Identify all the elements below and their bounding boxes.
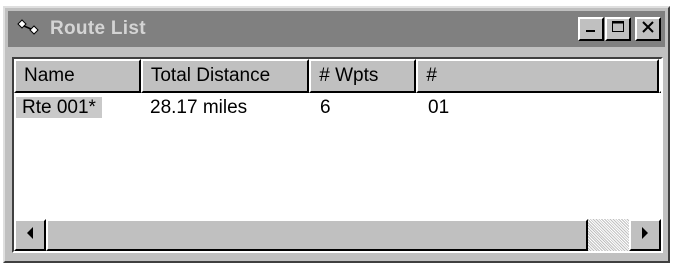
name-cell-wrap: Rte 001* bbox=[14, 94, 142, 122]
route-name-cell[interactable]: Rte 001* bbox=[16, 97, 102, 118]
scroll-right-arrow-icon bbox=[639, 226, 651, 245]
list-rows: Rte 001* 28.17 miles 6 01 bbox=[14, 93, 661, 123]
maximize-icon bbox=[611, 20, 625, 39]
scroll-left-arrow-icon bbox=[24, 226, 36, 245]
scroll-right-button[interactable] bbox=[629, 219, 661, 251]
scroll-track[interactable] bbox=[46, 219, 629, 251]
total-distance-cell: 28.17 miles bbox=[150, 97, 248, 118]
table-row[interactable]: Rte 001* 28.17 miles 6 01 bbox=[14, 93, 661, 123]
minimize-icon bbox=[584, 20, 598, 39]
minimize-button[interactable] bbox=[578, 17, 604, 41]
title-bar[interactable]: Route List bbox=[8, 11, 665, 47]
list-header: Name Total Distance # Wpts # bbox=[14, 59, 661, 93]
window-title: Route List bbox=[50, 18, 146, 39]
scroll-left-button[interactable] bbox=[14, 219, 46, 251]
wpts-cell: 6 bbox=[320, 97, 331, 118]
route-waypoints-icon bbox=[16, 16, 42, 42]
column-header-number[interactable]: # bbox=[416, 59, 659, 93]
column-header-filler bbox=[659, 59, 661, 93]
column-header-wpts[interactable]: # Wpts bbox=[309, 59, 417, 93]
scroll-thumb[interactable] bbox=[46, 219, 588, 251]
route-list-view[interactable]: Name Total Distance # Wpts # Rte 001* 28… bbox=[12, 57, 663, 253]
close-button[interactable] bbox=[635, 17, 661, 41]
column-header-name[interactable]: Name bbox=[14, 59, 141, 93]
close-icon bbox=[641, 20, 655, 39]
window-controls bbox=[577, 17, 661, 41]
horizontal-scrollbar[interactable] bbox=[14, 219, 661, 251]
number-cell: 01 bbox=[428, 97, 450, 118]
maximize-button[interactable] bbox=[605, 17, 631, 41]
column-header-total-distance[interactable]: Total Distance bbox=[140, 59, 310, 93]
route-list-window: Route List Name Total Distance # Wpts # … bbox=[3, 6, 670, 263]
